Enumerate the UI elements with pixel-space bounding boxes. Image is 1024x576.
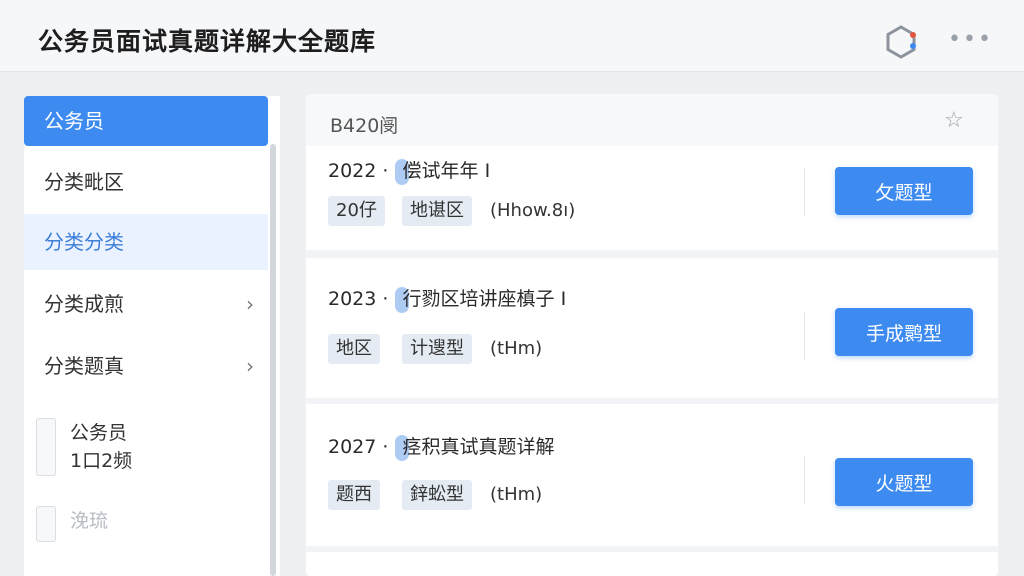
panel-code: B420阌 — [330, 115, 399, 137]
card-tag: 计遚型 — [402, 334, 472, 364]
card-separator: · — [382, 160, 389, 182]
panel-header: B420阌 ☆ — [306, 94, 998, 146]
card-tag: 地谌区 — [402, 196, 472, 226]
card-divider — [804, 168, 805, 216]
sidebar-item-category-class[interactable]: 分类分类 — [24, 214, 268, 270]
question-card: 2022 · 偿试年年 I 20仔 地谌区 (Hhow.8ı) 攵题型 — [306, 146, 998, 250]
card-divider — [804, 312, 805, 360]
sidebar-item-civil-servant[interactable]: 公务员 — [24, 96, 268, 146]
question-type-button[interactable]: 手成鹮型 — [835, 308, 973, 356]
card-tag: 地区 — [328, 334, 380, 364]
question-type-button[interactable]: 火题型 — [835, 458, 973, 506]
star-icon[interactable]: ☆ — [944, 108, 964, 133]
chevron-right-icon: › — [246, 354, 254, 378]
card-extra: (tHm) — [490, 484, 543, 505]
question-card-partial — [306, 552, 998, 576]
sub-item-title: 浼琉 — [70, 510, 109, 532]
card-tag: 20仔 — [328, 196, 385, 226]
card-separator: · — [382, 436, 389, 458]
card-name: 行勠区培讲座槙子 I — [402, 288, 567, 310]
sidebar-scrollbar[interactable] — [270, 144, 276, 576]
card-name: 偿试年年 I — [402, 160, 491, 182]
sidebar-item-label: 分类成煎 — [44, 292, 124, 316]
question-card: 2023 · 行勠区培讲座槙子 I 地区 计遚型 (tHm) 手成鹮型 — [306, 258, 998, 398]
card-separator: · — [382, 288, 389, 310]
sidebar-item-category-score[interactable]: 分类成煎 › — [24, 276, 268, 332]
sidebar-item-label: 分类题真 — [44, 354, 124, 378]
question-card: 2027 · 痉积真试真题详解 题西 鋅蚣型 (tHm) 火题型 — [306, 404, 998, 546]
sub-item-title: 公务员 — [70, 422, 128, 444]
sidebar: 公务员 分类毗区 分类分类 分类成煎 › 分类题真 › 公务员 1口2频 浼琉 — [24, 96, 280, 576]
top-bar: 公务员面试真题详解大全题库 ••• — [0, 0, 1024, 72]
sidebar-item-label: 分类分类 — [44, 230, 124, 254]
card-title: 2023 · 行勠区培讲座槙子 I — [328, 284, 566, 313]
card-extra: (Hhow.8ı) — [490, 200, 576, 221]
card-tag: 鋅蚣型 — [402, 480, 472, 510]
card-divider — [804, 456, 805, 504]
sidebar-sub-item[interactable]: 公务员 1口2频 — [24, 412, 268, 488]
document-thumbnail-icon — [36, 418, 56, 476]
sidebar-item-category-region[interactable]: 分类毗区 — [24, 154, 268, 210]
card-year: 2022 — [328, 160, 377, 182]
chevron-right-icon: › — [246, 292, 254, 316]
sidebar-item-label: 公务员 — [44, 109, 104, 133]
card-title: 2027 · 痉积真试真题详解 — [328, 432, 555, 461]
card-year: 2027 — [328, 436, 377, 458]
sidebar-item-label: 分类毗区 — [44, 170, 124, 194]
question-list-panel: B420阌 ☆ 2022 · 偿试年年 I 20仔 地谌区 (Hhow.8ı) … — [306, 94, 998, 576]
card-tag: 题西 — [328, 480, 380, 510]
card-name: 痉积真试真题详解 — [402, 436, 555, 458]
app-title: 公务员面试真题详解大全题库 — [38, 27, 377, 56]
more-options-icon[interactable]: ••• — [948, 29, 991, 51]
hexagon-logo-icon[interactable] — [884, 24, 918, 60]
card-year: 2023 — [328, 288, 377, 310]
document-thumbnail-icon — [36, 506, 56, 542]
sidebar-item-category-questions[interactable]: 分类题真 › — [24, 338, 268, 394]
question-type-button[interactable]: 攵题型 — [835, 167, 973, 215]
card-title: 2022 · 偿试年年 I — [328, 156, 490, 185]
sidebar-sub-item[interactable]: 浼琉 — [24, 500, 268, 576]
card-extra: (tHm) — [490, 338, 543, 359]
sub-item-count: 1口2频 — [70, 450, 133, 472]
